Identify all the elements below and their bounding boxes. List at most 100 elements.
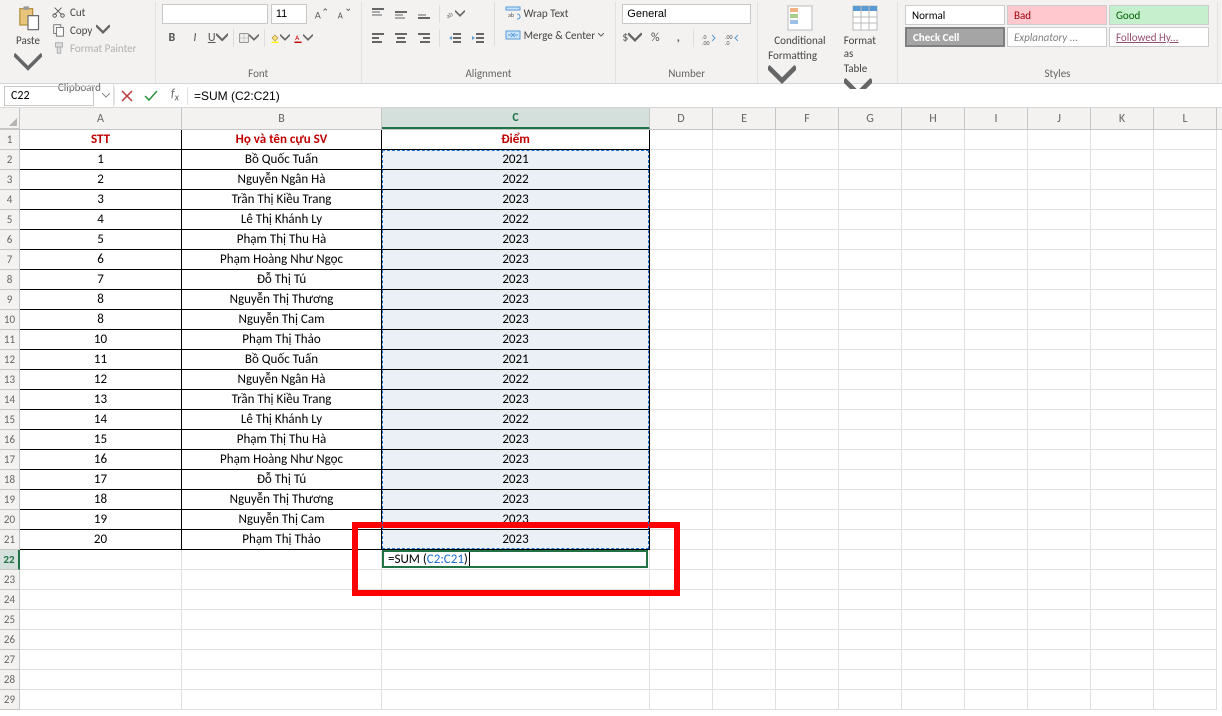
decrease-font-button[interactable]: A (333, 4, 353, 24)
cell-score[interactable]: 2022 (382, 410, 650, 430)
cell-name[interactable]: Lê Thị Khánh Ly (182, 210, 382, 230)
cell[interactable] (965, 330, 1028, 350)
cell[interactable] (1028, 450, 1091, 470)
cell[interactable] (776, 370, 839, 390)
cell[interactable] (965, 390, 1028, 410)
cut-button[interactable]: Cut (50, 4, 138, 20)
cell-stt[interactable]: 17 (20, 470, 182, 490)
cell[interactable] (902, 330, 965, 350)
cell[interactable] (1091, 510, 1154, 530)
align-right-button[interactable] (414, 28, 434, 48)
cell[interactable] (20, 690, 182, 710)
underline-button[interactable]: U (208, 28, 228, 48)
cell-stt[interactable]: 8 (20, 310, 182, 330)
cell[interactable] (776, 630, 839, 650)
cell[interactable] (182, 610, 382, 630)
style-good[interactable]: Good (1109, 5, 1209, 25)
cell-name[interactable]: Nguyễn Ngân Hà (182, 370, 382, 390)
cell[interactable] (1091, 150, 1154, 170)
cell[interactable] (965, 490, 1028, 510)
cell[interactable] (182, 690, 382, 710)
cell[interactable] (382, 670, 650, 690)
cell-stt[interactable]: 18 (20, 490, 182, 510)
cell[interactable] (713, 550, 776, 570)
cell[interactable] (1154, 330, 1217, 350)
cell[interactable] (839, 450, 902, 470)
cell[interactable] (1154, 150, 1217, 170)
cell[interactable] (1091, 350, 1154, 370)
cell[interactable] (776, 530, 839, 550)
cell[interactable] (1028, 210, 1091, 230)
font-color-button[interactable]: A (293, 28, 313, 48)
cell[interactable] (713, 410, 776, 430)
row-header[interactable]: 25 (0, 610, 20, 630)
cell[interactable] (839, 270, 902, 290)
name-box[interactable]: C22 (4, 86, 94, 106)
comma-button[interactable]: , (668, 28, 688, 48)
cell[interactable] (1028, 430, 1091, 450)
cell[interactable] (965, 430, 1028, 450)
cell[interactable] (1028, 270, 1091, 290)
col-header-E[interactable]: E (713, 108, 776, 129)
cell[interactable] (650, 610, 713, 630)
row-header[interactable]: 8 (0, 270, 20, 290)
cell-score[interactable]: 2023 (382, 470, 650, 490)
cell[interactable] (1154, 250, 1217, 270)
cell[interactable] (1154, 210, 1217, 230)
cell[interactable] (776, 450, 839, 470)
cell[interactable] (650, 310, 713, 330)
select-all-corner[interactable] (0, 108, 20, 129)
cell[interactable] (1028, 490, 1091, 510)
cell[interactable] (1154, 610, 1217, 630)
cell[interactable] (902, 290, 965, 310)
col-header-K[interactable]: K (1091, 108, 1154, 129)
cell[interactable] (1154, 530, 1217, 550)
cell[interactable] (650, 290, 713, 310)
cell[interactable] (776, 310, 839, 330)
cell-score[interactable]: 2023 (382, 270, 650, 290)
cell-stt[interactable]: 1 (20, 150, 182, 170)
cell[interactable] (1091, 190, 1154, 210)
cell[interactable] (965, 610, 1028, 630)
row-header[interactable]: 15 (0, 410, 20, 430)
cell[interactable] (713, 650, 776, 670)
cell[interactable] (1154, 670, 1217, 690)
fx-button[interactable]: fx (163, 84, 187, 108)
cell[interactable] (965, 310, 1028, 330)
cell[interactable] (776, 350, 839, 370)
cell-name[interactable]: Phạm Hoàng Như Ngọc (182, 250, 382, 270)
cell[interactable] (902, 450, 965, 470)
row-header[interactable]: 11 (0, 330, 20, 350)
cell-name[interactable]: Phạm Thị Thu Hà (182, 230, 382, 250)
cell[interactable] (839, 410, 902, 430)
cell[interactable] (1028, 190, 1091, 210)
decrease-decimal-button[interactable]: .00.0 (722, 28, 742, 48)
cell[interactable] (965, 570, 1028, 590)
cell[interactable] (382, 630, 650, 650)
cell[interactable] (1091, 550, 1154, 570)
cell[interactable] (1154, 290, 1217, 310)
cell[interactable] (902, 270, 965, 290)
cell[interactable] (965, 630, 1028, 650)
cell[interactable] (839, 310, 902, 330)
cell[interactable] (965, 690, 1028, 710)
cell[interactable] (1028, 330, 1091, 350)
cell[interactable] (965, 190, 1028, 210)
paste-button[interactable]: Paste (10, 2, 46, 79)
cell[interactable] (650, 170, 713, 190)
percent-button[interactable]: % (645, 28, 665, 48)
cell[interactable] (902, 370, 965, 390)
style-bad[interactable]: Bad (1007, 5, 1107, 25)
cell-score[interactable]: 2023 (382, 490, 650, 510)
row-header[interactable]: 21 (0, 530, 20, 550)
cell[interactable] (1091, 470, 1154, 490)
cell[interactable] (1091, 530, 1154, 550)
cell[interactable] (902, 230, 965, 250)
cell[interactable] (965, 290, 1028, 310)
cell-name[interactable]: Phạm Thị Thảo (182, 530, 382, 550)
cell[interactable] (713, 470, 776, 490)
cell[interactable] (965, 670, 1028, 690)
cell[interactable] (20, 590, 182, 610)
cell[interactable] (1091, 430, 1154, 450)
decrease-indent-button[interactable] (445, 28, 465, 48)
